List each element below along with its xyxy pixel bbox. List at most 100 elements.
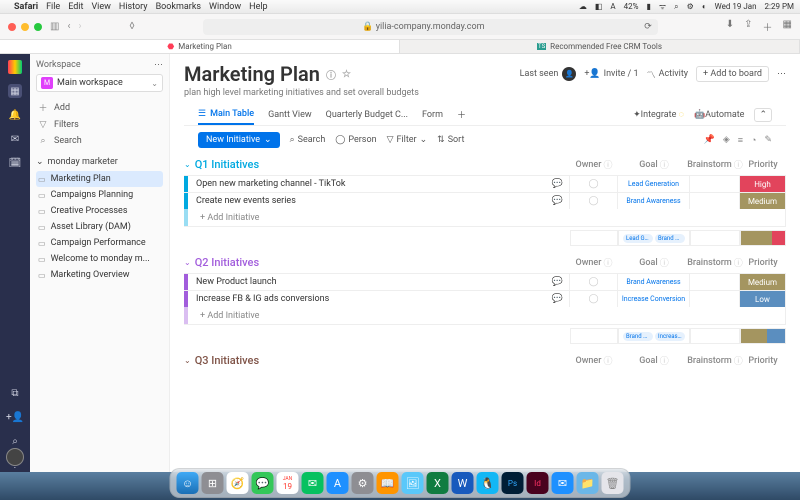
table-row[interactable]: Increase FB & IG ads conversions💬 ◯ Incr… (184, 290, 786, 308)
col-priority[interactable]: Priority (740, 354, 786, 367)
cell-goal[interactable]: Increase Conversion (617, 291, 689, 307)
item-name[interactable]: Open new marketing channel - TikTok (196, 179, 345, 189)
board-menu-icon[interactable]: ⋯ (777, 69, 786, 79)
status-wechat-icon[interactable]: ☁ (579, 2, 587, 11)
status-control-icon[interactable]: ⚙ (687, 2, 694, 11)
status-wifi-icon[interactable]: ᯤ (659, 1, 666, 12)
tabs-icon[interactable]: ▦ (783, 19, 792, 34)
shield-icon[interactable]: ◊ (129, 21, 134, 32)
automate-button[interactable]: 🤖Automate (694, 110, 745, 120)
updates-icon[interactable]: 💬 (552, 294, 563, 304)
sidebar-search[interactable]: ⌕Search (36, 133, 163, 149)
close-icon[interactable] (8, 23, 16, 31)
status-qq-icon[interactable]: ◧ (595, 2, 603, 11)
col-brainstorm[interactable]: Brainstorm ⓘ (690, 354, 740, 367)
workspace-selector[interactable]: M Main workspace ⌄ (36, 74, 163, 92)
table-row[interactable]: Create new events series💬 ◯ Brand Awaren… (184, 192, 786, 210)
dock-excel-icon[interactable]: X (427, 472, 449, 494)
cell-owner[interactable]: ◯ (569, 193, 617, 209)
sidebar-toggle-icon[interactable]: ▥ (50, 21, 59, 32)
sidebar-group-toggle[interactable]: ⌄monday marketer (36, 157, 163, 167)
status-battery[interactable]: 42% (624, 2, 639, 11)
chevron-down-icon[interactable]: ⌄ (184, 356, 191, 365)
collapse-icon[interactable]: ⌃ (754, 108, 772, 122)
col-owner[interactable]: Owner ⓘ (570, 256, 618, 269)
sidebar-board-item[interactable]: ▭Marketing Overview (36, 267, 163, 283)
add-view-button[interactable]: ＋ (457, 104, 466, 125)
menu-file[interactable]: File (46, 2, 60, 12)
sidebar-board-item[interactable]: ▭Welcome to monday m... (36, 251, 163, 267)
cell-goal[interactable]: Brand Awareness (617, 274, 689, 290)
table-row[interactable]: New Product launch💬 ◯ Brand Awareness Me… (184, 273, 786, 291)
board-title[interactable]: Marketing Plan (184, 62, 320, 86)
sidebar-filters[interactable]: ▽Filters (36, 117, 163, 133)
new-tab-icon[interactable]: ＋ (763, 19, 773, 34)
tab-budget[interactable]: Quarterly Budget C... (326, 106, 408, 124)
group-title[interactable]: Q1 Initiatives (195, 158, 259, 171)
rail-search-icon[interactable]: ⌕ (8, 434, 22, 448)
nav-back-icon[interactable]: ‹ (67, 21, 70, 32)
group-header[interactable]: ⌄ Q2 Initiatives Owner ⓘ Goal ⓘ Brainsto… (184, 256, 786, 269)
board-description[interactable]: plan high level marketing initiatives an… (184, 88, 786, 98)
cell-brainstorm[interactable] (689, 193, 739, 209)
sidebar-board-item[interactable]: ▭Campaigns Planning (36, 187, 163, 203)
cell-priority[interactable]: High (739, 176, 785, 192)
pin-icon[interactable]: 📌 (704, 135, 715, 146)
height-icon[interactable]: ≡ (738, 135, 743, 146)
sidebar-board-item[interactable]: ▭Creative Processes (36, 203, 163, 219)
table-row[interactable]: Open new marketing channel - TikTok💬 ◯ L… (184, 175, 786, 193)
menu-bookmarks[interactable]: Bookmarks (156, 2, 201, 12)
menu-help[interactable]: Help (249, 2, 267, 12)
updates-icon[interactable]: 💬 (552, 277, 563, 287)
info-icon[interactable]: ⓘ (326, 67, 336, 82)
integrate-button[interactable]: ✦Integrate ◌ (633, 109, 684, 120)
window-controls[interactable] (8, 23, 42, 31)
maximize-icon[interactable] (34, 23, 42, 31)
dock-appstore-icon[interactable]: A (327, 472, 349, 494)
rail-mywork-icon[interactable]: 🗓 (8, 156, 22, 170)
favorite-icon[interactable]: ☆ (342, 69, 351, 80)
status-date[interactable]: Wed 19 Jan (715, 2, 757, 11)
minimize-icon[interactable] (21, 23, 29, 31)
rail-inbox-icon[interactable]: ✉ (8, 132, 22, 146)
col-owner[interactable]: Owner ⓘ (570, 158, 618, 171)
toolbar-filter[interactable]: ▽Filter⌄ (387, 135, 428, 145)
cell-brainstorm[interactable] (689, 176, 739, 192)
sidebar-board-item[interactable]: ▭Asset Library (DAM) (36, 219, 163, 235)
col-brainstorm[interactable]: Brainstorm ⓘ (690, 256, 740, 269)
col-priority[interactable]: Priority (740, 158, 786, 171)
toolbar-sort[interactable]: ⇅Sort (437, 135, 464, 145)
monday-logo-icon[interactable] (8, 60, 22, 74)
activity-button[interactable]: 〽Activity (647, 68, 688, 81)
col-brainstorm[interactable]: Brainstorm ⓘ (690, 158, 740, 171)
cell-owner[interactable]: ◯ (569, 291, 617, 307)
updates-icon[interactable]: 💬 (552, 179, 563, 189)
dock-photoshop-icon[interactable]: Ps (502, 472, 524, 494)
menu-edit[interactable]: Edit (68, 2, 83, 12)
eye-icon[interactable]: ◈ (723, 135, 730, 146)
col-priority[interactable]: Priority (740, 256, 786, 269)
toolbar-person[interactable]: ◯Person (335, 135, 376, 145)
dock-safari-icon[interactable]: 🧭 (227, 472, 249, 494)
rail-apps-icon[interactable]: ⧉ (8, 386, 22, 400)
goal-summary-pill[interactable]: Lead Ge... (623, 234, 653, 243)
share-icon[interactable]: ⇪ (744, 19, 752, 34)
tab-gantt[interactable]: Gantt View (268, 106, 312, 124)
menu-window[interactable]: Window (209, 2, 241, 12)
rail-invite-icon[interactable]: +👤 (8, 410, 22, 424)
col-goal[interactable]: Goal ⓘ (618, 256, 690, 269)
sidebar-board-item[interactable]: ▭Campaign Performance (36, 235, 163, 251)
goal-summary-pill[interactable]: Brand A... (623, 332, 653, 341)
invite-button[interactable]: +👤Invite / 1 (584, 69, 638, 79)
rail-workspaces-icon[interactable]: ▦ (8, 84, 22, 98)
item-name[interactable]: New Product launch (196, 277, 277, 287)
dock-calendar-icon[interactable]: JAN19 (277, 472, 299, 494)
rail-avatar[interactable] (6, 448, 24, 466)
dock-launchpad-icon[interactable]: ⊞ (202, 472, 224, 494)
add-item-row[interactable]: + Add Initiative (184, 307, 786, 325)
col-goal[interactable]: Goal ⓘ (618, 158, 690, 171)
item-name[interactable]: Create new events series (196, 196, 296, 206)
menu-view[interactable]: View (91, 2, 110, 12)
browser-tab[interactable]: TS Recommended Free CRM Tools (400, 40, 800, 53)
dock-preview-icon[interactable]: 🖼 (402, 472, 424, 494)
